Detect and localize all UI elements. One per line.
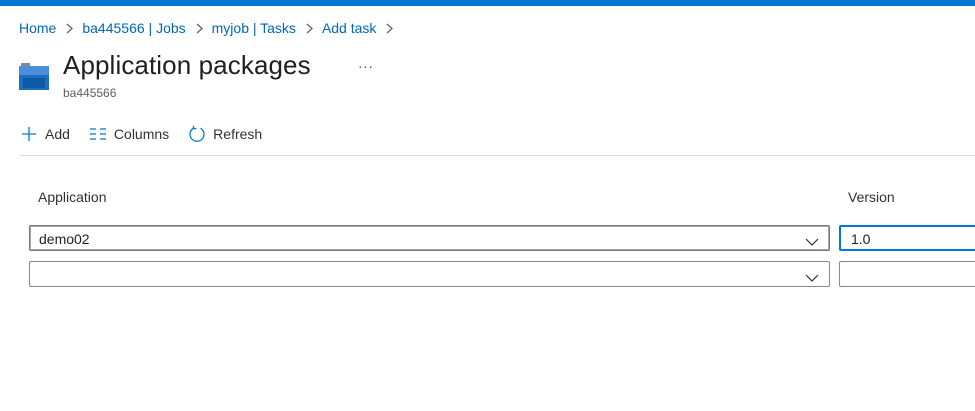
version-input[interactable] (839, 261, 975, 287)
columns-button-label: Columns (113, 126, 170, 142)
page-title: Application packages (63, 50, 311, 80)
more-options-button[interactable]: ... (355, 55, 377, 75)
application-select[interactable]: demo02 (29, 225, 830, 251)
breadcrumb-tasks[interactable]: myjob | Tasks (212, 20, 296, 36)
app-package-icon (19, 63, 51, 91)
breadcrumb-jobs[interactable]: ba445566 | Jobs (82, 20, 185, 36)
top-accent-bar (0, 0, 975, 6)
chevron-down-icon (805, 234, 819, 246)
refresh-button-label: Refresh (213, 126, 263, 142)
toolbar-divider (19, 155, 975, 156)
breadcrumb-home[interactable]: Home (19, 20, 56, 36)
version-input[interactable]: 1.0 (839, 225, 975, 251)
page-subtitle: ba445566 (63, 86, 117, 100)
version-column-header: Version (848, 189, 895, 205)
add-button-label: Add (45, 126, 70, 142)
add-button[interactable]: Add (19, 124, 70, 144)
command-bar: Add Columns Refresh (19, 120, 280, 148)
breadcrumb-add-task[interactable]: Add task (322, 20, 376, 36)
version-input-value: 1.0 (851, 231, 871, 247)
chevron-right-icon (56, 18, 82, 38)
application-select-value: demo02 (39, 231, 90, 247)
chevron-right-icon (186, 18, 212, 38)
application-column-header: Application (38, 189, 107, 205)
columns-button[interactable]: Columns (88, 124, 169, 144)
application-select[interactable] (29, 261, 830, 287)
breadcrumb: Home ba445566 | Jobs myjob | Tasks Add t… (19, 18, 402, 38)
refresh-icon (187, 124, 207, 144)
chevron-right-icon (296, 18, 322, 38)
chevron-down-icon (805, 270, 819, 282)
columns-icon (88, 124, 108, 144)
chevron-right-icon (376, 18, 402, 38)
plus-icon (19, 124, 39, 144)
refresh-button[interactable]: Refresh (187, 124, 262, 144)
